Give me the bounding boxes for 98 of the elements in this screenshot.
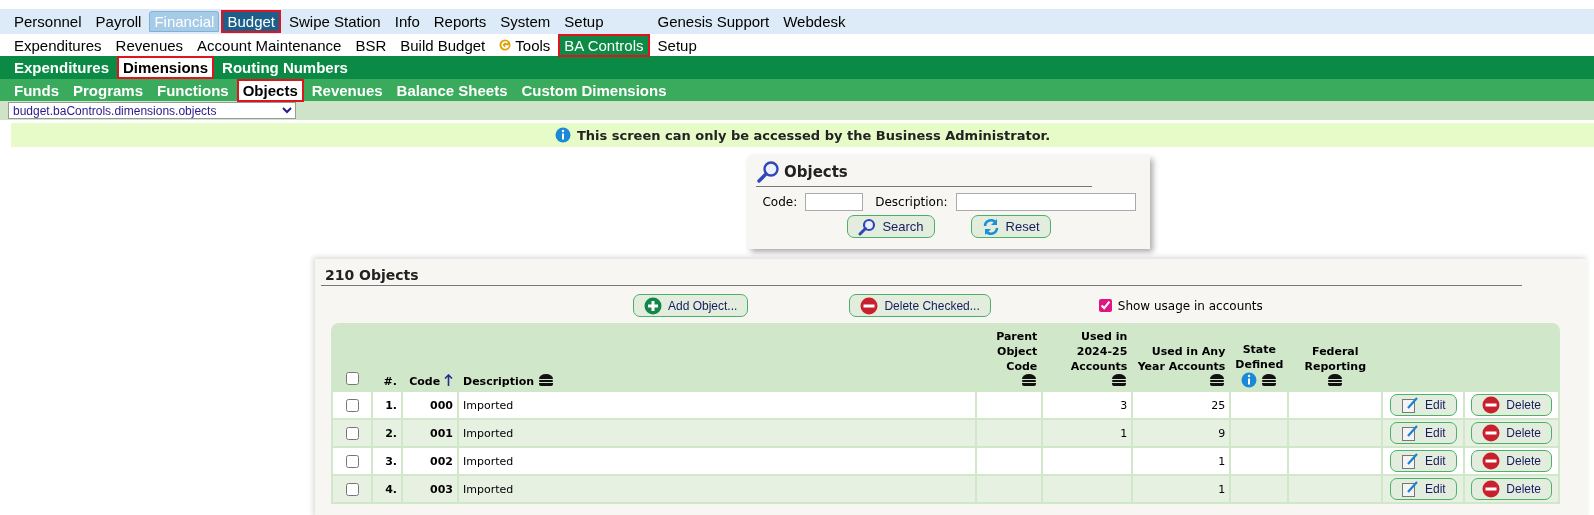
info-icon [554,127,571,143]
add-button[interactable]: Add Object... [633,294,749,317]
edit-button[interactable]: Edit [1389,421,1457,444]
panel-title: 210 Objects [325,267,420,283]
select-all-checkbox[interactable] [346,372,359,385]
menu-item[interactable]: Objects [236,78,304,102]
minus-icon [1482,451,1501,470]
menu-item[interactable]: BA Controls [558,33,650,57]
search-icon [756,160,780,184]
menu-item[interactable]: Account Maintenance [191,33,348,57]
g-logo-icon [499,39,512,51]
delete-button[interactable]: Delete [1471,449,1552,472]
table-cell: Imported [463,426,514,440]
table-cell: 4. [385,482,397,496]
delete-checked-button[interactable]: Delete Checked... [849,294,991,317]
column-header: Used in Any Year Accounts [1137,344,1226,374]
field-label: Code: [762,195,798,209]
table-cell: 000 [430,398,453,412]
delete-button[interactable]: Delete [1471,393,1552,416]
edit-icon [1400,423,1419,442]
notice-text: This screen can only be accessed by the Business Administrator. [576,127,1051,143]
row-checkbox[interactable] [346,398,359,412]
table-cell: 2. [385,426,397,440]
row-checkbox[interactable] [346,426,359,440]
edit-icon [1400,479,1419,498]
info-icon[interactable] [1241,372,1258,388]
minus-icon [860,296,879,315]
menu-item[interactable]: Swipe Station [283,10,387,33]
column-header: Used in 2024-25 Accounts [1069,329,1128,374]
usage-checkbox[interactable] [1098,299,1112,312]
table-cell: 1 [1218,482,1226,496]
table-cell: 003 [430,482,453,496]
column-header: Parent Object Code [995,329,1038,374]
search-button[interactable]: Search [847,215,935,238]
table-cell: 3 [1120,398,1128,412]
minus-icon [1482,395,1501,414]
stack-icon[interactable] [1261,374,1278,387]
table-cell: 1. [385,398,397,412]
menu-item[interactable]: Setup [651,33,703,57]
table-cell: Imported [463,454,514,468]
edit-icon [1400,395,1419,414]
menu-item[interactable]: Reports [427,10,493,33]
panel-title: Objects [784,163,848,181]
stack-icon[interactable] [1327,374,1344,387]
table-cell: 002 [430,454,453,468]
menu-item[interactable]: Setup [558,10,610,33]
table-cell: 1 [1120,426,1128,440]
refresh-icon [981,217,1000,236]
field-label: Description: [875,195,948,209]
reset-button[interactable]: Reset [970,215,1051,238]
table-cell: Imported [463,398,514,412]
edit-button[interactable]: Edit [1389,393,1457,416]
menu-item[interactable]: Personnel [8,10,88,33]
menu-item[interactable]: Budget [221,10,281,33]
menu-item[interactable]: Webdesk [777,10,852,33]
column-header: State Defined [1235,342,1284,372]
stack-icon[interactable] [1111,374,1128,387]
minus-icon [1482,479,1501,498]
search-icon [858,217,877,236]
checkbox-label: Show usage in accounts [1117,298,1263,313]
menu-item[interactable]: Genesis Support [651,10,776,33]
menu-item[interactable]: Expenditures [8,33,108,57]
menu-item[interactable]: Build Budget [394,33,492,57]
stack-icon[interactable] [538,374,554,387]
column-header: Description [463,374,535,389]
menu-item[interactable]: Routing Numbers [216,56,354,79]
column-header: #. [383,374,397,389]
menu-item[interactable]: System [494,10,557,33]
menu-item[interactable]: Info [388,10,426,33]
menu-item[interactable]: Revenues [109,33,190,57]
delete-button[interactable]: Delete [1471,477,1552,500]
table-cell: Imported [463,482,514,496]
up-arrow-icon[interactable] [444,374,453,386]
table-cell: 1 [1218,454,1226,468]
description-field[interactable] [955,193,1136,211]
edit-icon [1400,451,1419,470]
table-cell: 25 [1211,398,1226,412]
row-checkbox[interactable] [346,482,359,496]
code-field[interactable] [805,193,864,211]
minus-icon [1482,423,1501,442]
column-header: Federal Reporting [1303,344,1368,374]
menu-item[interactable]: BSR [349,33,393,57]
plus-icon [644,296,662,315]
menu-item[interactable]: Tools [493,33,557,57]
column-header: Code [409,374,441,389]
menu-item[interactable]: Expenditures [8,56,116,79]
stack-icon[interactable] [1021,374,1038,387]
delete-button[interactable]: Delete [1471,421,1552,444]
table-cell: 9 [1218,426,1226,440]
menu-item[interactable]: Payroll [89,10,148,33]
table-cell: 3. [385,454,397,468]
stack-icon[interactable] [1209,374,1226,387]
edit-button[interactable]: Edit [1389,449,1457,472]
screen-dropdown[interactable]: budget.baControls.dimensions.objects [8,102,296,119]
edit-button[interactable]: Edit [1389,477,1457,500]
menu-item[interactable]: Dimensions [117,56,215,79]
table-cell: 001 [430,426,453,440]
row-checkbox[interactable] [346,454,359,468]
